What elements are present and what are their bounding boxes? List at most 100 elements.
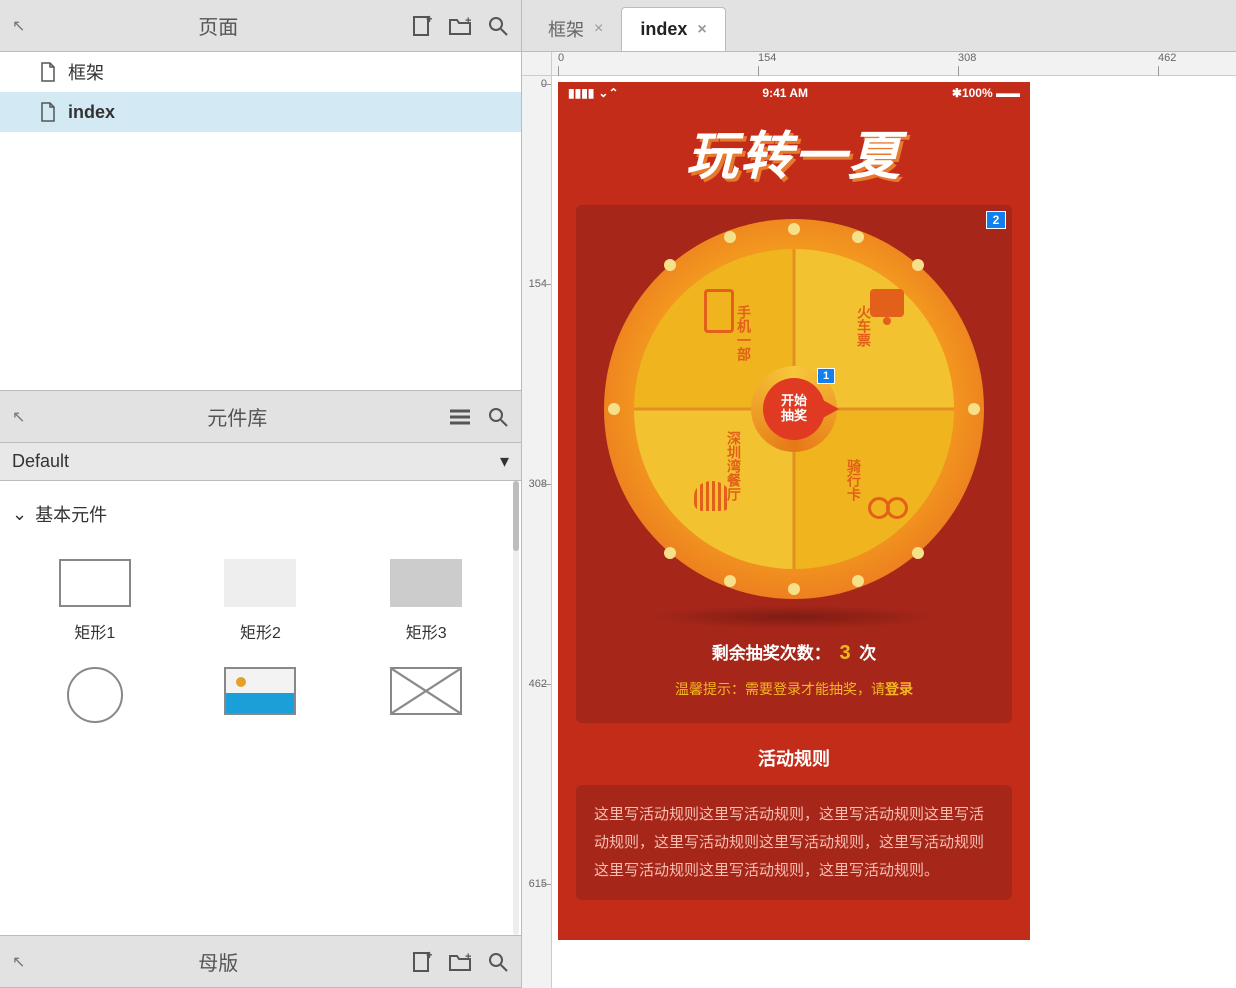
ruler-tick: 154 xyxy=(529,278,547,290)
ruler-corner xyxy=(522,52,552,76)
ruler-tick: 308 xyxy=(529,478,547,490)
pages-panel-actions: + + xyxy=(411,15,509,37)
wheel-shadow xyxy=(644,605,944,629)
collapse-icon[interactable]: ↖ xyxy=(12,407,25,427)
status-left: ▮▮▮▮ ⌄⌃ xyxy=(568,86,619,100)
search-icon[interactable] xyxy=(487,406,509,428)
tip-text: 温馨提示：需要登录才能抽奖，请 xyxy=(675,681,885,697)
hero-title: 玩转一夏 xyxy=(558,104,1030,205)
ruler-vertical[interactable]: 0 154 308 462 615 xyxy=(522,76,552,988)
remaining-count: 3 xyxy=(835,642,854,664)
tab-框架[interactable]: 框架 × xyxy=(530,7,621,51)
collapse-icon[interactable]: ↖ xyxy=(12,952,25,972)
widget-ellipse[interactable] xyxy=(16,667,174,735)
pages-panel-header: ↖ 页面 + + xyxy=(0,0,521,52)
masters-panel-header: ↖ 母版 + + xyxy=(0,936,521,988)
tab-label: 框架 xyxy=(548,16,584,42)
canvas-area[interactable]: 0 154 308 462 0 154 308 462 615 ▮▮▮▮ ⌄⌃ xyxy=(522,52,1236,988)
library-panel-actions xyxy=(449,406,509,428)
widget-image[interactable] xyxy=(182,667,340,735)
library-group-title: 基本元件 xyxy=(35,501,107,527)
rect2-icon xyxy=(224,559,296,607)
tab-label: index xyxy=(640,19,687,40)
ruler-tick: 462 xyxy=(1158,52,1176,64)
scrollbar-thumb[interactable] xyxy=(513,481,519,551)
close-icon[interactable]: × xyxy=(697,21,706,39)
tabs-row: 框架 × index × xyxy=(522,0,1236,52)
ruler-tick: 462 xyxy=(529,678,547,690)
status-right: ✱100% ▬▬ xyxy=(952,86,1020,100)
wheel-container: 2 xyxy=(576,205,1012,723)
rules-title: 活动规则 xyxy=(558,745,1030,771)
page-item-框架[interactable]: 框架 xyxy=(0,52,521,92)
library-panel: ↖ 元件库 Default ▾ ⌄ 基本元件 xyxy=(0,390,521,935)
prize-wheel[interactable]: 手机一部 火车票 深圳湾餐厅 骑行卡 开始 抽奖 xyxy=(604,219,984,599)
masters-panel: ↖ 母版 + + xyxy=(0,935,521,988)
remaining-row: 剩余抽奖次数： 3 次 xyxy=(590,639,998,665)
widget-label: 矩形2 xyxy=(240,619,281,643)
library-panel-title: 元件库 xyxy=(25,402,449,431)
widget-rect2[interactable]: 矩形2 xyxy=(182,559,340,643)
masters-panel-title: 母版 xyxy=(25,947,411,976)
artboard[interactable]: ▮▮▮▮ ⌄⌃ 9:41 AM ✱100% ▬▬ 玩转一夏 2 xyxy=(558,82,1030,940)
tip-row: 温馨提示：需要登录才能抽奖，请登录 xyxy=(590,669,998,709)
svg-text:+: + xyxy=(465,16,471,27)
canvas-column: 框架 × index × 0 154 308 462 0 154 308 462… xyxy=(522,0,1236,988)
library-panel-header: ↖ 元件库 xyxy=(0,391,521,443)
search-icon[interactable] xyxy=(487,951,509,973)
widget-rect1[interactable]: 矩形1 xyxy=(16,559,174,643)
ruler-horizontal[interactable]: 0 154 308 462 xyxy=(552,52,1236,76)
library-selector[interactable]: Default ▾ xyxy=(0,443,521,481)
status-time: 9:41 AM xyxy=(762,86,808,100)
signal-icon: ▮▮▮▮ xyxy=(568,86,594,100)
rect3-icon xyxy=(390,559,462,607)
library-body: ⌄ 基本元件 矩形1 矩形2 矩形3 xyxy=(0,481,521,935)
image-icon xyxy=(224,667,296,715)
svg-text:+: + xyxy=(465,952,471,963)
wifi-icon: ⌄⌃ xyxy=(598,86,618,100)
rules-box: 这里写活动规则这里写活动规则，这里写活动规则这里写活动规则，这里写活动规则这里写… xyxy=(576,785,1012,900)
spin-label-1: 开始 xyxy=(781,394,807,409)
prize-label-bl: 深圳湾餐厅 xyxy=(724,431,744,501)
add-master-icon[interactable]: + xyxy=(411,951,433,973)
train-icon xyxy=(870,289,904,317)
widget-label: 矩形3 xyxy=(406,619,447,643)
left-sidebar: ↖ 页面 + + 框架 xyxy=(0,0,522,988)
chevron-down-icon: ⌄ xyxy=(12,504,27,525)
pages-panel: ↖ 页面 + + 框架 xyxy=(0,0,521,390)
close-icon[interactable]: × xyxy=(594,20,603,38)
page-item-index[interactable]: index xyxy=(0,92,521,132)
remaining-suffix: 次 xyxy=(859,644,876,663)
ruler-tick: 0 xyxy=(541,78,547,90)
svg-text:+: + xyxy=(426,15,432,26)
add-folder-icon[interactable]: + xyxy=(449,951,471,973)
library-group-header[interactable]: ⌄ 基本元件 xyxy=(8,493,513,535)
widget-label: 矩形1 xyxy=(74,619,115,643)
page-icon xyxy=(40,62,56,82)
pages-tree: 框架 index xyxy=(0,52,521,390)
add-folder-icon[interactable]: + xyxy=(449,15,471,37)
page-item-label: index xyxy=(68,102,115,123)
login-link[interactable]: 登录 xyxy=(885,681,913,697)
menu-icon[interactable] xyxy=(449,406,471,428)
bike-icon xyxy=(868,485,908,519)
placeholder-icon xyxy=(390,667,462,715)
ruler-tick: 308 xyxy=(958,52,976,64)
collapse-icon[interactable]: ↖ xyxy=(12,16,25,36)
svg-text:+: + xyxy=(426,951,432,962)
artboard-wrapper: ▮▮▮▮ ⌄⌃ 9:41 AM ✱100% ▬▬ 玩转一夏 2 xyxy=(558,82,1030,940)
prize-label-tr: 火车票 xyxy=(854,305,874,347)
search-icon[interactable] xyxy=(487,15,509,37)
library-selector-value: Default xyxy=(12,451,69,472)
widget-placeholder[interactable] xyxy=(347,667,505,735)
widget-rect3[interactable]: 矩形3 xyxy=(347,559,505,643)
battery-text: 100% xyxy=(962,86,993,100)
note-badge-2[interactable]: 2 xyxy=(986,211,1006,229)
ellipse-icon xyxy=(67,667,123,723)
spin-button[interactable]: 开始 抽奖 1 xyxy=(759,374,829,444)
note-badge-1[interactable]: 1 xyxy=(817,368,835,384)
phone-icon xyxy=(704,289,734,333)
add-page-icon[interactable]: + xyxy=(411,15,433,37)
status-bar: ▮▮▮▮ ⌄⌃ 9:41 AM ✱100% ▬▬ xyxy=(558,82,1030,104)
tab-index[interactable]: index × xyxy=(621,7,725,51)
